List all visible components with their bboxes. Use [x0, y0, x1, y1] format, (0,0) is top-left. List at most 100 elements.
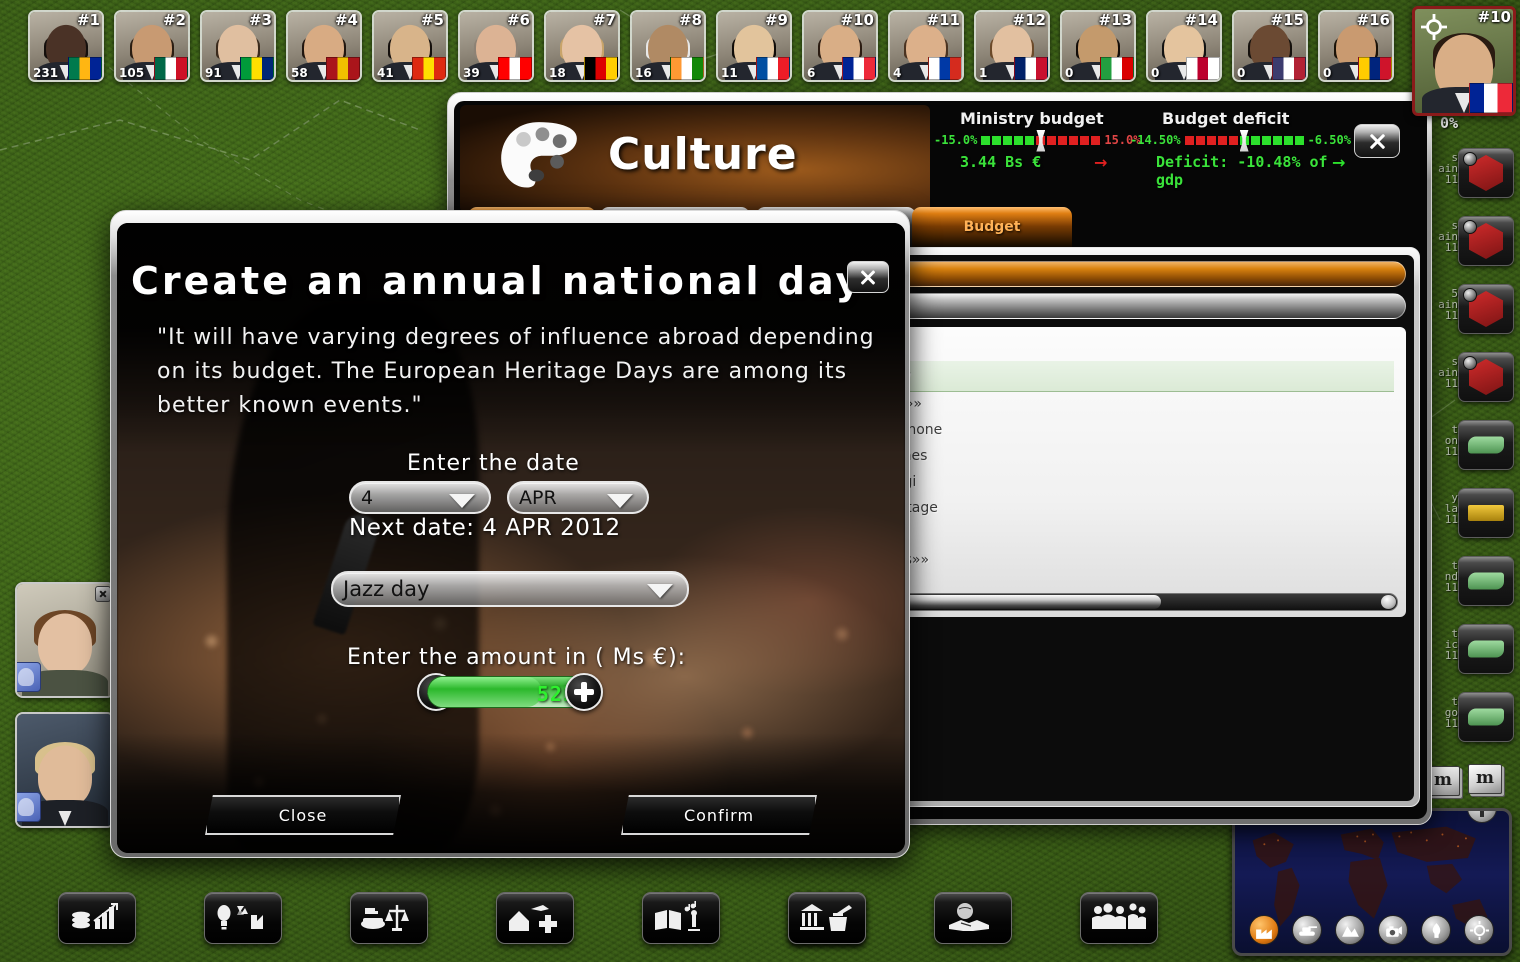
tank-icon	[1298, 925, 1317, 936]
amount-slider[interactable]: 523	[427, 676, 587, 708]
rail-item-9[interactable]	[1458, 692, 1514, 742]
dialog-title: Create an annual national day	[131, 259, 864, 303]
leader-portrait-10[interactable]: #10 6	[802, 10, 878, 82]
economy-button[interactable]	[58, 892, 136, 944]
dialog-close-button[interactable]	[847, 261, 889, 293]
target-icon	[1469, 920, 1489, 940]
factory-icon	[1255, 928, 1272, 939]
world-minimap[interactable]	[1232, 808, 1512, 956]
budget-deficit-gauge[interactable]: -14.50% -6.50%	[1130, 129, 1351, 152]
deficit-trend-arrow: →	[1332, 153, 1346, 172]
day-value: 4	[361, 486, 374, 509]
scroll-right-arrow[interactable]	[1381, 595, 1396, 609]
leader-score: 0	[1323, 66, 1332, 80]
event-name-dropdown[interactable]: Jazz day	[331, 571, 689, 607]
leader-score: 18	[549, 66, 566, 80]
day-dropdown[interactable]: 4	[349, 481, 491, 514]
month-dropdown[interactable]: APR	[507, 481, 649, 514]
tab-budget[interactable]: Budget	[912, 207, 1072, 247]
leader-portrait-9[interactable]: #9 11	[716, 10, 792, 82]
defense-button[interactable]	[350, 892, 428, 944]
leader-rank: #8	[678, 11, 702, 29]
rail-item-1[interactable]	[1458, 148, 1514, 198]
leader-flag-france	[842, 57, 876, 80]
cell-city: Ang»»	[869, 391, 1394, 417]
leader-score: 58	[291, 66, 308, 80]
culture-science-icon	[655, 901, 700, 931]
player-flag	[1469, 83, 1513, 113]
rail-item-6[interactable]	[1458, 488, 1514, 538]
diplomacy-button[interactable]	[934, 892, 1012, 944]
advisor-card-2[interactable]	[15, 712, 115, 828]
leader-portrait-16[interactable]: #16 0	[1318, 10, 1394, 82]
environment-filter[interactable]	[1421, 915, 1451, 945]
energy-button[interactable]	[204, 892, 282, 944]
leader-score: 0	[1237, 66, 1246, 80]
social-button[interactable]	[496, 892, 574, 944]
leader-portrait-4[interactable]: #4 58	[286, 10, 362, 82]
culture-button[interactable]	[642, 892, 720, 944]
population-button[interactable]	[1080, 892, 1158, 944]
industry-filter[interactable]	[1249, 915, 1279, 945]
leader-portrait-15[interactable]: #15 0	[1232, 10, 1308, 82]
leader-portrait-11[interactable]: #11 4	[888, 10, 964, 82]
leader-portrait-3[interactable]: #3 91	[200, 10, 276, 82]
leader-flag-canada	[498, 57, 532, 80]
player-rank: #10	[1477, 8, 1511, 26]
culture-close-button[interactable]	[1354, 124, 1400, 158]
advisor-2-face	[38, 745, 92, 808]
leader-portrait-14[interactable]: #14 0	[1146, 10, 1222, 82]
target-filter[interactable]	[1464, 915, 1494, 945]
enter-date-label: Enter the date	[407, 451, 580, 476]
leader-portrait-1[interactable]: #1 231	[28, 10, 104, 82]
media-filter[interactable]	[1378, 915, 1408, 945]
rail-item-5[interactable]	[1458, 420, 1514, 470]
event-name-value: Jazz day	[343, 577, 430, 601]
leader-portrait-8[interactable]: #8 16	[630, 10, 706, 82]
leader-flag-brazil	[240, 57, 274, 80]
leader-portrait-2[interactable]: #2 105	[114, 10, 190, 82]
ministry-budget-gauge[interactable]: -15.0% 15.0%	[934, 129, 1140, 152]
leader-score: 4	[893, 66, 902, 80]
leader-rank: #15	[1270, 11, 1304, 29]
rail-item-3[interactable]	[1458, 284, 1514, 334]
advisor-2-badge-icon	[17, 792, 41, 822]
confirm-button[interactable]: Confirm	[621, 795, 817, 835]
column-header-city[interactable]: City	[869, 361, 1394, 392]
leader-score: 0	[1065, 66, 1074, 80]
player-leader-card[interactable]: #10	[1412, 6, 1516, 116]
close-button[interactable]: Close	[205, 795, 401, 835]
amount-increase-button[interactable]	[565, 673, 603, 711]
terrain-filter[interactable]	[1335, 915, 1365, 945]
leader-flag-russia	[928, 57, 962, 80]
leader-flag-china	[412, 57, 446, 80]
advisor-card-1[interactable]	[15, 582, 115, 698]
advisor-1-close-icon[interactable]	[95, 586, 111, 602]
leader-portrait-5[interactable]: #5 41	[372, 10, 448, 82]
military-filter[interactable]	[1292, 915, 1322, 945]
leader-flag-japan	[1186, 57, 1220, 80]
rail-item-7[interactable]	[1458, 556, 1514, 606]
leader-portrait-12[interactable]: #12 1	[974, 10, 1050, 82]
mountain-icon	[1341, 925, 1359, 937]
leader-score: 105	[119, 66, 145, 80]
rail-item-4[interactable]	[1458, 352, 1514, 402]
leader-portrait-7[interactable]: #7 18	[544, 10, 620, 82]
leader-portrait-6[interactable]: #6 39	[458, 10, 534, 82]
rail-item-2[interactable]	[1458, 216, 1514, 266]
population-icon	[1092, 903, 1146, 929]
diplomacy-icon	[949, 903, 989, 931]
alert-dot-icon	[1463, 152, 1477, 166]
leader-portrait-13[interactable]: #13 0	[1060, 10, 1136, 82]
rail-item-2-label: s ain 11	[1438, 219, 1458, 254]
rail-item-8[interactable]	[1458, 624, 1514, 674]
leader-score: 16	[635, 66, 652, 80]
politics-button[interactable]	[788, 892, 866, 944]
leader-flag-iran	[1100, 57, 1134, 80]
game-screen: #1 231 #2 105 #3 91 #4 58 #5 41 #6 39 #7 18 #8 16 #9 11 #1…	[0, 0, 1520, 962]
rail-percent-label: 0%	[1439, 114, 1458, 132]
message-stack-icon-2[interactable]	[1468, 764, 1502, 794]
palette-icon	[501, 122, 577, 188]
ministry-budget-value: 3.44 Bs €	[960, 153, 1042, 171]
dialog-bottom-overlay	[117, 733, 905, 853]
